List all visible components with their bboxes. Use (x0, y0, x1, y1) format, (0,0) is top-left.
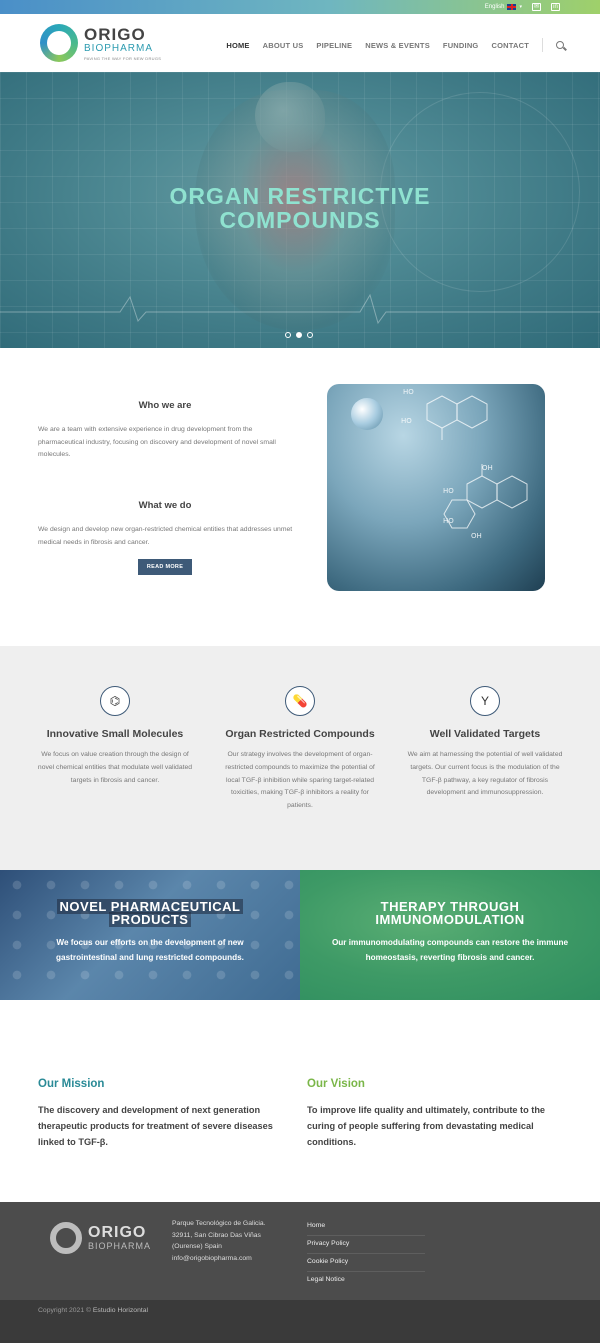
copyright-bar: Copyright 2021 © Estudio Horizontal (0, 1300, 600, 1343)
mission-heading: Our Mission (38, 1078, 105, 1090)
logo-ring-icon (40, 24, 78, 62)
mission-block: Our Mission The discovery and developmen… (38, 1078, 288, 1150)
hero-title-line2: COMPOUNDS (219, 207, 381, 233)
footer-link-home[interactable]: Home (307, 1218, 425, 1236)
hexagon-pattern (0, 870, 300, 1000)
uk-flag-icon (507, 4, 517, 10)
footer-links: Home Privacy Policy Cookie Policy Legal … (307, 1218, 425, 1290)
molecule-icon: ⌬ (100, 686, 130, 716)
antibody-icon: Y (470, 686, 500, 716)
feature-title: Organ Restricted Compounds (225, 728, 375, 740)
logo-tagline: PAVING THE WAY FOR NEW DRUGS (84, 55, 162, 61)
credit-link[interactable]: Estudio Horizontal (93, 1307, 148, 1314)
copyright-label: Copyright 2021 © (38, 1307, 91, 1314)
feature-small-molecules: ⌬ Innovative Small Molecules We focus on… (35, 686, 195, 787)
footer-link-privacy[interactable]: Privacy Policy (307, 1236, 425, 1254)
address-line: (Ourense) Spain (172, 1243, 222, 1250)
nav-news-events[interactable]: NEWS & EVENTS (365, 41, 430, 50)
banner-title-line2: IMMUNOMODULATION (375, 912, 525, 927)
molecule-label-ho-4: HO (443, 517, 454, 525)
hero-title: ORGAN RESTRICTIVE COMPOUNDS (0, 184, 600, 232)
nav-about-us[interactable]: ABOUT US (263, 41, 304, 50)
footer-logo-ring-icon (50, 1222, 82, 1254)
address-line: Parque Tecnológico de Galicia. (172, 1220, 266, 1227)
site-header: ORIGO BIOPHARMA PAVING THE WAY FOR NEW D… (0, 14, 600, 72)
molecule-label-oh-1: OH (482, 464, 493, 472)
footer-link-legal[interactable]: Legal Notice (307, 1272, 425, 1290)
feature-title: Innovative Small Molecules (46, 728, 184, 740)
banner-text: Our immunomodulating compounds can resto… (331, 938, 569, 962)
language-label: English (484, 4, 505, 10)
slider-dot-2[interactable] (296, 332, 302, 338)
hero-title-line1: ORGAN RESTRICTIVE (169, 183, 431, 209)
address-line: 32911, San Cibrao Das Viñas (172, 1231, 261, 1239)
molecule-label-oh-2: OH (471, 532, 482, 540)
banner-immunomodulation[interactable]: THERAPY THROUGH IMMUNOMODULATION Our imm… (300, 870, 600, 1000)
slider-dot-3[interactable] (307, 332, 313, 338)
footer-address: Parque Tecnológico de Galicia. 32911, Sa… (172, 1218, 266, 1264)
feature-text: We focus on value creation through the d… (37, 751, 193, 784)
vision-heading: Our Vision (307, 1078, 365, 1090)
features-section: ⌬ Innovative Small Molecules We focus on… (0, 646, 600, 870)
vision-block: Our Vision To improve life quality and u… (307, 1078, 557, 1150)
banner-novel-products[interactable]: NOVEL PHARMACEUTICAL PRODUCTS We focus o… (0, 870, 300, 1000)
banner-title: NOVEL PHARMACEUTICAL PRODUCTS (0, 899, 300, 927)
feature-validated-targets: Y Well Validated Targets We aim at harne… (405, 686, 565, 800)
top-bar: English ▾ ✉ in (0, 0, 600, 14)
footer-logo-name: ORIGO (88, 1224, 147, 1241)
feature-title: Well Validated Targets (429, 728, 541, 740)
mission-text: The discovery and development of next ge… (38, 1105, 273, 1147)
nav-pipeline[interactable]: PIPELINE (316, 41, 352, 50)
ecg-line-decoration (0, 293, 600, 325)
copyright-text: Copyright 2021 © Estudio Horizontal (38, 1307, 148, 1314)
nav-divider (542, 38, 543, 52)
slider-dots (285, 332, 313, 338)
nav-funding[interactable]: FUNDING (443, 41, 479, 50)
stomach-illustration (255, 82, 325, 152)
footer-link-cookie[interactable]: Cookie Policy (307, 1254, 425, 1272)
nav-contact[interactable]: CONTACT (491, 41, 529, 50)
language-selector[interactable]: English ▾ (485, 4, 522, 10)
logo-name: ORIGO (84, 24, 146, 44)
who-we-are-heading: Who we are (138, 400, 192, 411)
logo-sub: BIOPHARMA (84, 42, 154, 54)
molecule-label-ho-1: HO (403, 388, 414, 396)
banner-title-line2: PRODUCTS (108, 912, 192, 927)
footer-logo-sub: BIOPHARMA (88, 1241, 152, 1251)
main-nav: HOME ABOUT US PIPELINE NEWS & EVENTS FUN… (226, 38, 564, 52)
what-we-do-text: We design and develop new organ-restrict… (38, 526, 293, 546)
linkedin-icon[interactable]: in (551, 3, 560, 11)
search-icon[interactable] (556, 41, 564, 49)
feature-text: Our strategy involves the development of… (225, 751, 375, 810)
chevron-down-icon: ▾ (519, 4, 522, 10)
about-section: Who we are We are a team with extensive … (0, 348, 600, 646)
feature-organ-restricted: 💊 Organ Restricted Compounds Our strateg… (220, 686, 380, 813)
site-footer: ORIGO BIOPHARMA Parque Tecnológico de Ga… (0, 1202, 600, 1300)
molecule-image: HO HO OH HO HO OH (327, 384, 545, 591)
who-we-are-text: We are a team with extensive experience … (38, 426, 276, 458)
chemical-structure-drawing (426, 395, 528, 529)
hero-slider: ORGAN RESTRICTIVE COMPOUNDS (0, 72, 600, 348)
mail-icon[interactable]: ✉ (532, 3, 541, 11)
slider-dot-1[interactable] (285, 332, 291, 338)
footer-logo[interactable]: ORIGO BIOPHARMA (50, 1222, 151, 1254)
nav-home[interactable]: HOME (226, 41, 249, 50)
what-we-do-heading: What we do (138, 500, 192, 511)
site-logo[interactable]: ORIGO BIOPHARMA PAVING THE WAY FOR NEW D… (40, 24, 161, 62)
footer-email-link[interactable]: info@origobiopharma.com (172, 1253, 266, 1265)
vision-text: To improve life quality and ultimately, … (307, 1105, 546, 1147)
banner-title: THERAPY THROUGH IMMUNOMODULATION (300, 900, 600, 926)
banner-text: We focus our efforts on the development … (56, 938, 244, 962)
molecule-label-ho-3: HO (443, 487, 454, 495)
pill-icon: 💊 (285, 686, 315, 716)
read-more-button[interactable]: READ MORE (138, 559, 192, 575)
feature-text: We aim at harnessing the potential of we… (407, 751, 563, 797)
molecule-label-ho-2: HO (401, 417, 412, 425)
